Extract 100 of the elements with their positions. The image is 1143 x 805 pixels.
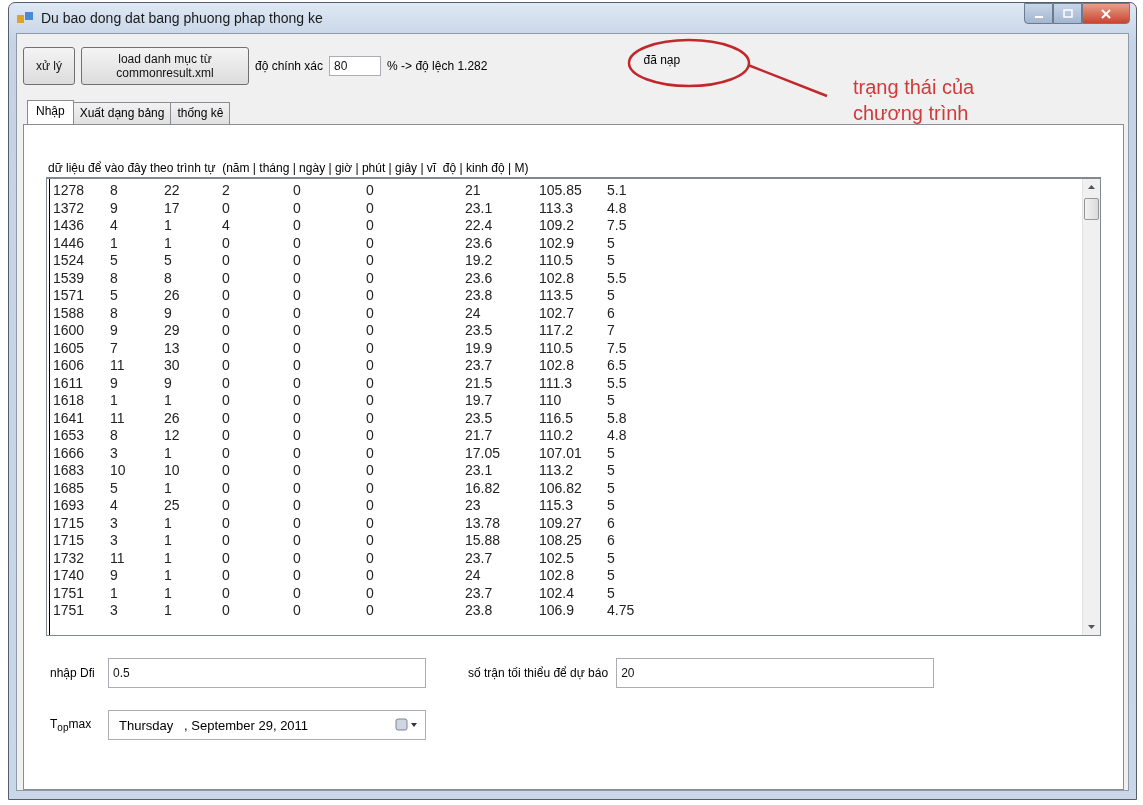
data-value: 0 [366, 514, 375, 532]
dfi-input[interactable]: 0.5 [108, 658, 426, 688]
tab[interactable]: thống kê [170, 102, 231, 124]
data-value: 0 [366, 409, 375, 427]
data-value: 0 [222, 287, 231, 305]
data-value: 0 [222, 602, 231, 620]
data-value: 3 [110, 444, 119, 462]
data-value: 0 [293, 444, 302, 462]
data-value: 19.2 [465, 252, 494, 270]
maximize-icon [1061, 8, 1074, 19]
data-value: 0 [222, 374, 231, 392]
data-value: 0 [222, 339, 231, 357]
data-value: 23.7 [465, 584, 494, 602]
data-value: 1715 [53, 514, 86, 532]
data-value: 0 [366, 532, 375, 550]
data-value: 1588 [53, 304, 86, 322]
data-value: 1 [164, 217, 173, 235]
data-text-area[interactable] [46, 177, 1101, 636]
date-picker[interactable]: Thursday , September 29, 2011 [108, 710, 426, 740]
data-value: 0 [366, 374, 375, 392]
process-button[interactable]: xử lý [23, 47, 75, 85]
data-value: 8 [110, 427, 119, 445]
data-value: 108.25 [539, 532, 583, 550]
data-value: 19.9 [465, 339, 494, 357]
data-value: 0 [366, 252, 375, 270]
data-value: 111.3 [539, 374, 573, 392]
data-value: 0 [293, 514, 302, 532]
data-value: 116.5 [539, 409, 574, 427]
data-value: 0 [293, 374, 302, 392]
data-value: 0 [222, 444, 231, 462]
data-value: 0 [366, 234, 375, 252]
data-value: 11 [110, 549, 126, 567]
data-value: 4.8 [607, 199, 628, 217]
tab[interactable]: Xuất dạng bảng [72, 102, 172, 124]
data-value: 0 [366, 549, 375, 567]
data-value: 0 [366, 567, 375, 585]
data-value: 8 [110, 304, 119, 322]
data-value: 5 [607, 392, 616, 410]
data-value: 11 [110, 357, 126, 375]
data-value: 23.8 [465, 287, 494, 305]
data-value: 0 [366, 339, 375, 357]
data-value: 10 [110, 462, 127, 480]
data-value: 1 [164, 584, 173, 602]
data-value: 1524 [53, 252, 86, 270]
data-value: 1732 [53, 549, 86, 567]
data-value: 7.5 [607, 339, 628, 357]
deviation-label: % -> độ lệch 1.282 [387, 59, 488, 73]
tab[interactable]: Nhập [27, 100, 74, 124]
data-value: 6 [607, 514, 616, 532]
data-value: 1740 [53, 567, 86, 585]
close-button[interactable] [1082, 3, 1130, 24]
data-value: 17 [164, 199, 181, 217]
scrollbar[interactable] [1082, 179, 1100, 635]
data-value: 4 [110, 217, 119, 235]
data-value: 24 [465, 304, 482, 322]
data-value: 1436 [53, 217, 86, 235]
data-value: 0 [366, 462, 375, 480]
data-value: 3 [110, 514, 119, 532]
data-value: 0 [222, 234, 231, 252]
data-value: 24 [465, 567, 482, 585]
data-value: 23.7 [465, 357, 494, 375]
data-value: 102.9 [539, 234, 576, 252]
data-value: 1 [164, 234, 173, 252]
data-value: 109.27 [539, 514, 583, 532]
close-icon [1100, 8, 1112, 19]
data-value: 0 [293, 304, 302, 322]
data-value: 0 [366, 304, 375, 322]
data-value: 0 [222, 532, 231, 550]
data-value: 1605 [53, 339, 86, 357]
data-value: 1715 [53, 532, 86, 550]
status-text: đã nạp [643, 53, 681, 67]
data-value: 1 [164, 514, 173, 532]
scroll-thumb[interactable] [1084, 198, 1099, 220]
data-value: 5 [607, 287, 616, 305]
accuracy-input[interactable]: 80 [329, 56, 382, 76]
min-events-input[interactable]: 20 [616, 658, 935, 688]
minimize-button[interactable] [1024, 3, 1053, 24]
data-value: 0 [222, 549, 231, 567]
data-value: 0 [222, 497, 231, 515]
data-value: 6.5 [607, 357, 628, 375]
maximize-button[interactable] [1053, 3, 1082, 24]
data-value: 9 [110, 322, 119, 340]
data-value: 22.4 [465, 217, 494, 235]
data-value: 1641 [53, 409, 86, 427]
data-value: 19.7 [465, 392, 494, 410]
data-value: 5.5 [607, 269, 628, 287]
data-value: 0 [293, 182, 302, 200]
data-value: 21.7 [465, 427, 494, 445]
data-value: 1606 [53, 357, 86, 375]
top-max-label: T$_{op}$max [49, 716, 93, 734]
data-value: 0 [222, 409, 231, 427]
data-value: 23 [465, 497, 482, 515]
load-list-button[interactable]: load danh mục từ commonresult.xml [81, 47, 249, 85]
data-value: 0 [293, 532, 302, 550]
data-value: 1 [110, 584, 119, 602]
data-value: 5.8 [607, 409, 628, 427]
data-value: 17.05 [465, 444, 502, 462]
data-value: 0 [222, 584, 231, 602]
data-value: 0 [293, 602, 302, 620]
data-value: 1 [164, 392, 173, 410]
